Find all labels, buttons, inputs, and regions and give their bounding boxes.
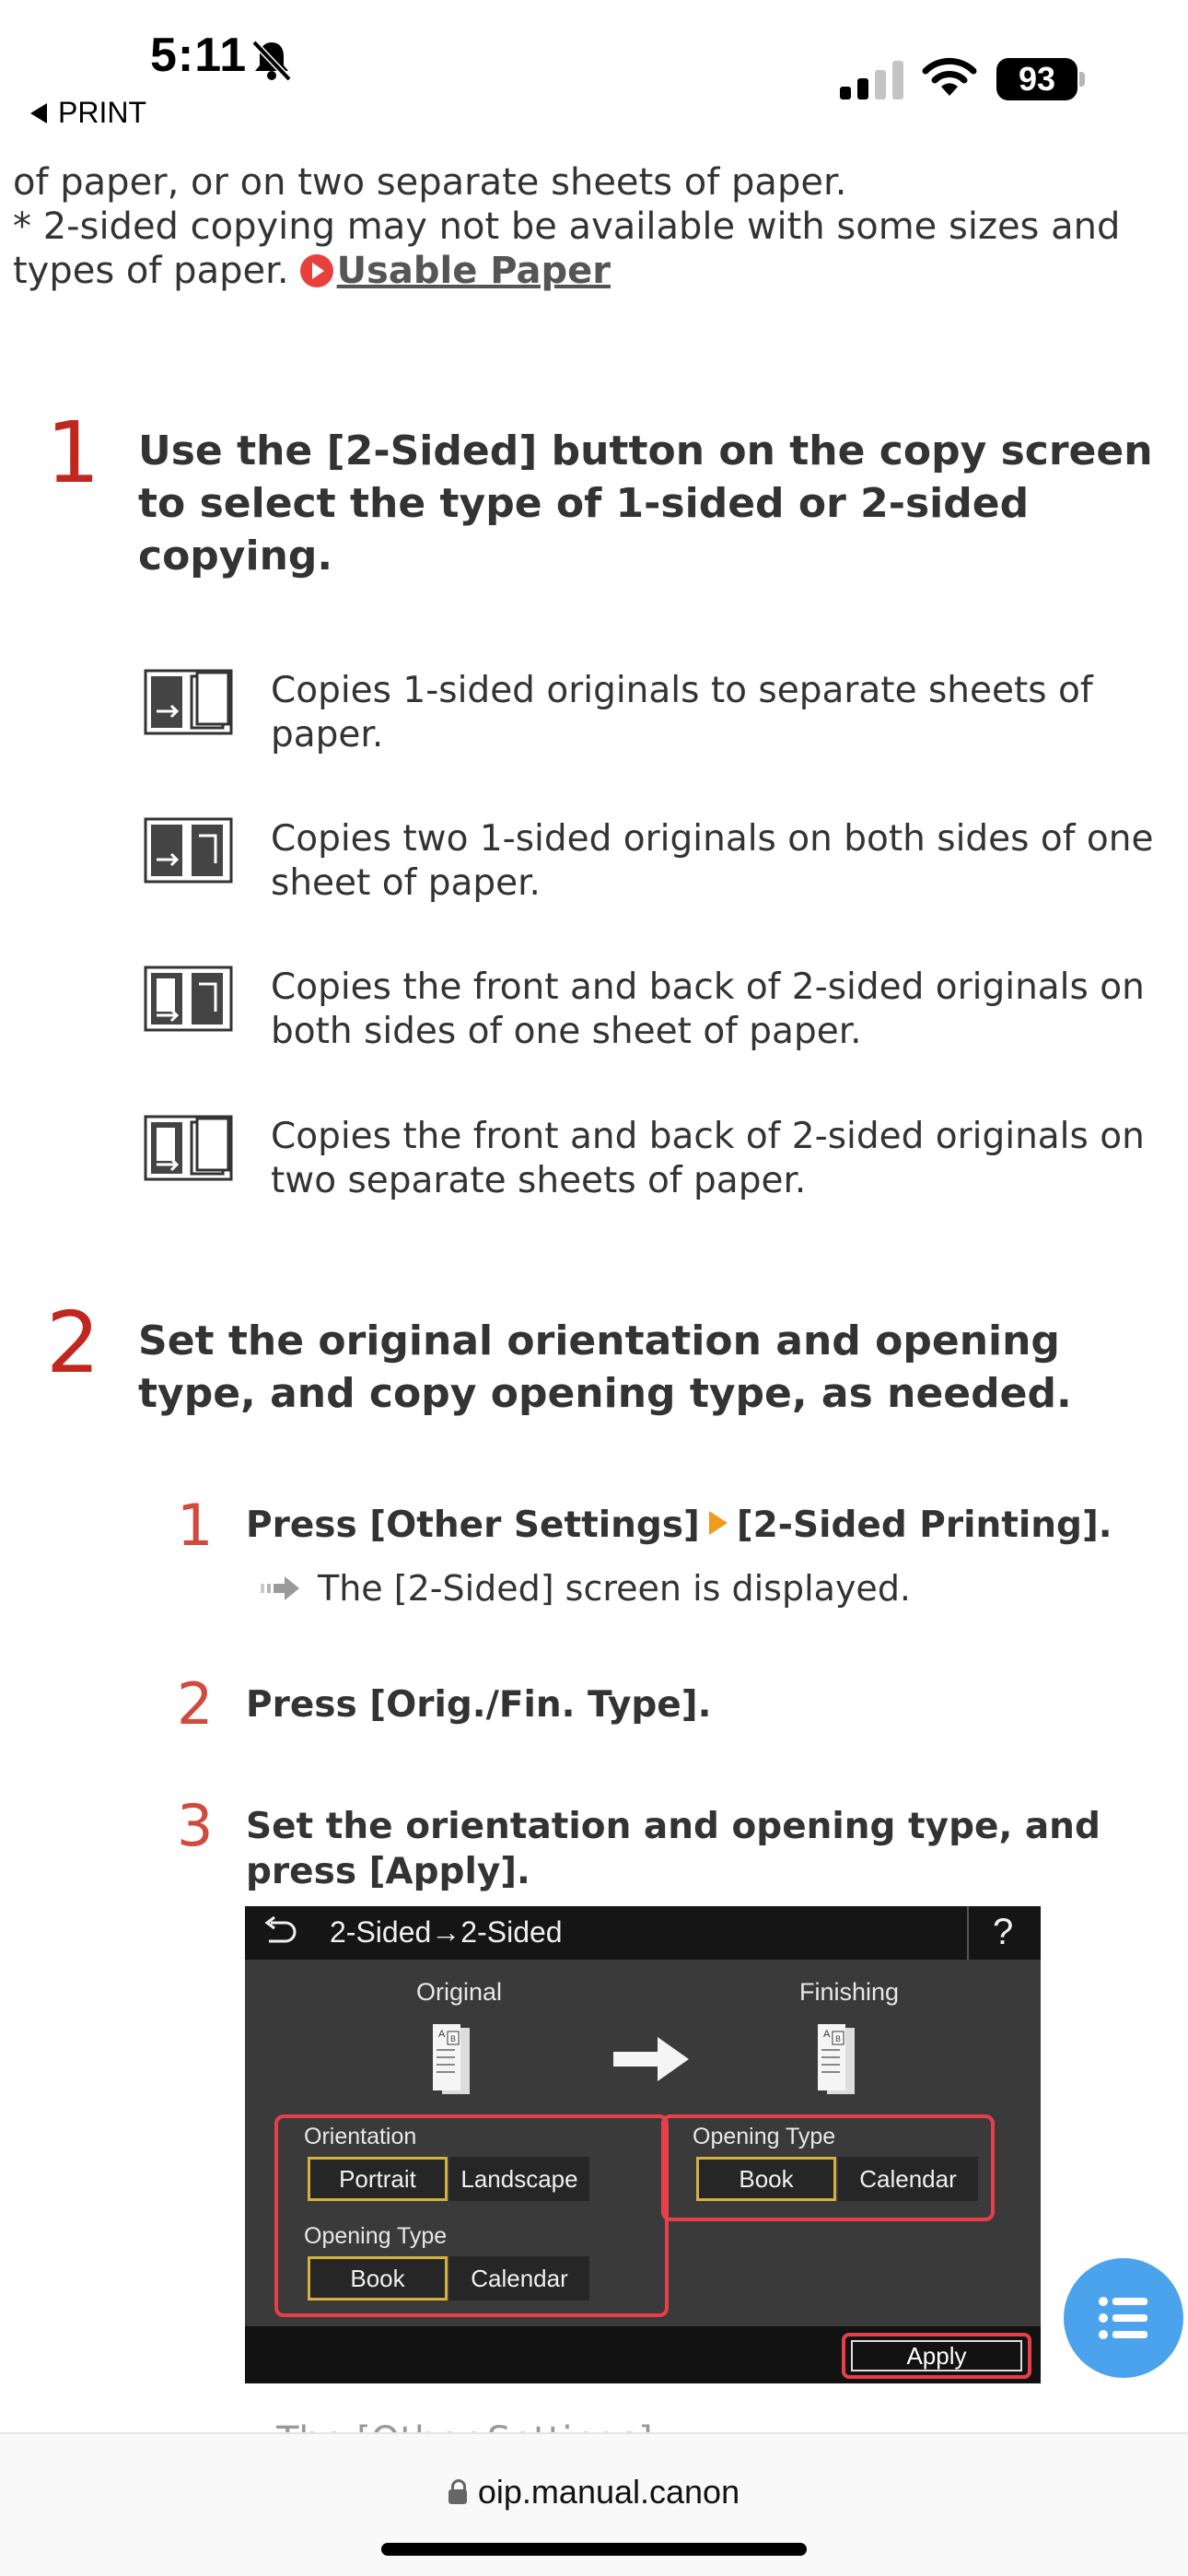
option-text: Copies the front and back of 2-sided ori…	[271, 1116, 1145, 1201]
usable-paper-link[interactable]: Usable Paper	[337, 250, 611, 292]
original-page-icon: A B	[433, 2024, 470, 2094]
substep-1-part-b: [2-Sided Printing].	[736, 1505, 1112, 1546]
2-to-1-sided-icon	[144, 1115, 233, 1181]
svg-text:A: A	[823, 2029, 831, 2040]
arrow-right-icon	[708, 1511, 728, 1535]
device-screen-image: 2-Sided→2-Sided ? Original Finishing A B…	[245, 1906, 1041, 2383]
url-text: oip.manual.canon	[477, 2473, 740, 2511]
cellular-signal-icon	[840, 61, 903, 100]
svg-text:A: A	[438, 2029, 446, 2040]
link-arrow-icon	[299, 254, 333, 287]
option-row: Copies 1-sided originals to separate she…	[144, 669, 1157, 770]
back-arrow-icon	[30, 102, 47, 123]
device-header: 2-Sided→2-Sided ?	[245, 1906, 1041, 1960]
substep-2-text: Press [Orig./Fin. Type].	[246, 1684, 712, 1726]
substep-1-number: 1	[177, 1492, 214, 1559]
device-original-label: Original	[416, 1978, 503, 2006]
orig-calendar-button: Calendar	[449, 2256, 589, 2301]
option-row: Copies the front and back of 2-sided ori…	[144, 966, 1157, 1067]
back-to-print-link[interactable]: PRINT	[30, 96, 146, 130]
list-icon	[1099, 2297, 1147, 2339]
home-indicator[interactable]	[381, 2543, 807, 2556]
substep-2-number: 2	[177, 1670, 214, 1738]
device-orientation-label: Orientation	[304, 2124, 417, 2149]
step-2-number: 2	[46, 1294, 100, 1392]
wifi-icon	[922, 57, 977, 96]
device-help-icon: ?	[993, 1912, 1014, 1952]
option-row: Copies the front and back of 2-sided ori…	[144, 1115, 1157, 1216]
step-1-number: 1	[46, 404, 100, 502]
device-orig-opening-label: Opening Type	[304, 2223, 448, 2249]
device-arrow-icon	[613, 2037, 689, 2081]
status-time: 5:11	[150, 29, 248, 82]
url-display[interactable]: oip.manual.canon	[0, 2473, 1188, 2512]
device-back-icon	[264, 1915, 297, 1943]
option-text: Copies the front and back of 2-sided ori…	[271, 966, 1145, 1052]
battery-level: 93	[996, 58, 1077, 100]
device-title: 2-Sided→2-Sided	[330, 1915, 563, 1949]
substep-1-result-text: The [2-Sided] screen is displayed.	[318, 1568, 912, 1609]
table-of-contents-button[interactable]	[1064, 2258, 1183, 2378]
browser-address-bar[interactable]: oip.manual.canon	[0, 2432, 1188, 2576]
1-to-1-sided-icon	[144, 669, 233, 735]
option-text: Copies 1-sided originals to separate she…	[271, 670, 1093, 755]
device-apply-button: Apply	[842, 2333, 1031, 2379]
bell-off-icon	[251, 40, 292, 82]
svg-text:B: B	[450, 2034, 456, 2043]
substep-3-text: Set the orientation and opening type, an…	[246, 1806, 1101, 1892]
device-fin-opening-label: Opening Type	[693, 2124, 836, 2149]
option-row: Copies two 1-sided originals on both sid…	[144, 817, 1157, 919]
intro-text: of paper, or on two separate sheets of p…	[13, 160, 1164, 293]
back-label: PRINT	[58, 96, 146, 129]
substep-3-number: 3	[177, 1792, 214, 1859]
fin-calendar-button: Calendar	[838, 2157, 978, 2201]
step-2-title: Set the original orientation and opening…	[138, 1317, 1072, 1417]
clipped-result-text: The [Other Settings]	[276, 2419, 653, 2432]
landscape-button: Landscape	[449, 2157, 589, 2201]
substep-1-result: The [2-Sided] screen is displayed.	[261, 1566, 911, 1610]
device-finishing-label: Finishing	[799, 1978, 900, 2006]
1-to-2-sided-icon	[144, 817, 233, 884]
orig-book-button: Book	[308, 2256, 448, 2301]
substep-1-part-a: Press [Other Settings]	[246, 1505, 700, 1546]
finishing-page-icon: A B	[818, 2024, 855, 2094]
step-1-title: Use the [2-Sided] button on the copy scr…	[138, 427, 1153, 580]
substep-1-text: Press [Other Settings] [2-Sided Printing]…	[246, 1503, 1167, 1548]
option-text: Copies two 1-sided originals on both sid…	[271, 818, 1154, 904]
portrait-button: Portrait	[308, 2157, 448, 2201]
intro-line-1: of paper, or on two separate sheets of p…	[13, 161, 847, 204]
2-to-2-sided-icon	[144, 966, 233, 1032]
battery-indicator: 93	[996, 58, 1085, 100]
result-arrow-icon	[261, 1576, 299, 1600]
intro-line-2: * 2-sided copying may not be available w…	[13, 205, 1164, 293]
status-bar: 5:11 PRINT 93	[0, 0, 1188, 138]
svg-text:B: B	[835, 2034, 841, 2043]
fin-book-button: Book	[696, 2157, 836, 2201]
lock-icon	[448, 2479, 467, 2504]
